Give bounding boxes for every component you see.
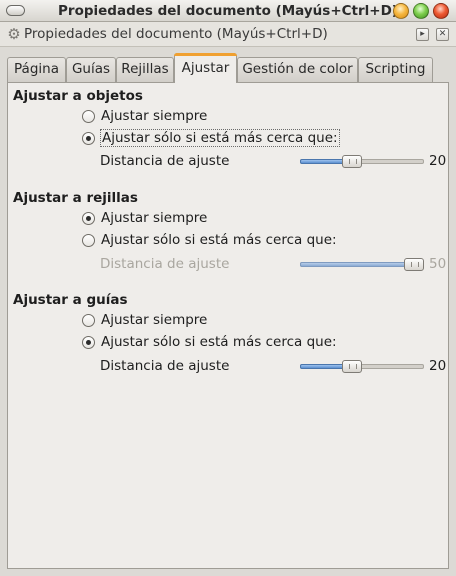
dock-close-button[interactable]: ✕ xyxy=(436,28,449,41)
tab-scripting[interactable]: Scripting xyxy=(358,57,433,82)
distance-label-rejillas: Distancia de ajuste xyxy=(100,256,230,272)
close-button[interactable] xyxy=(433,3,449,19)
radio-guias-cerca[interactable]: Ajustar sólo si está más cerca que: xyxy=(82,333,338,351)
slider-handle[interactable] xyxy=(404,258,424,271)
radio-label: Ajustar sólo si está más cerca que: xyxy=(101,334,337,350)
radio-button[interactable] xyxy=(82,313,95,327)
snap-page: Ajustar a objetos Ajustar siempre Ajusta… xyxy=(7,82,449,569)
radio-button[interactable] xyxy=(82,211,95,225)
tab-rejillas[interactable]: Rejillas xyxy=(116,57,174,82)
dock-title: Propiedades del documento (Mayús+Ctrl+D) xyxy=(24,26,328,42)
tab-gestion-de-color[interactable]: Gestión de color xyxy=(237,57,358,82)
radio-label: Ajustar siempre xyxy=(101,312,208,328)
tab-pagina[interactable]: Página xyxy=(7,57,66,82)
slider-handle[interactable] xyxy=(342,155,362,168)
section-title-guias: Ajustar a guías xyxy=(13,292,128,308)
radio-button[interactable] xyxy=(82,335,95,349)
title-bar: Propiedades del documento (Mayús+Ctrl+D) xyxy=(0,0,456,22)
distance-value-guias: 20 xyxy=(429,358,447,374)
distance-slider-rejillas[interactable] xyxy=(300,258,424,271)
radio-rejillas-siempre[interactable]: Ajustar siempre xyxy=(82,209,208,227)
radio-rejillas-cerca[interactable]: Ajustar sólo si está más cerca que: xyxy=(82,231,338,249)
radio-button[interactable] xyxy=(82,233,95,247)
radio-button[interactable] xyxy=(82,131,95,145)
radio-label: Ajustar siempre xyxy=(101,210,208,226)
tab-guias[interactable]: Guías xyxy=(66,57,116,82)
radio-objetos-siempre[interactable]: Ajustar siempre xyxy=(82,107,208,125)
section-title-rejillas: Ajustar a rejillas xyxy=(13,190,138,206)
radio-label: Ajustar siempre xyxy=(101,108,208,124)
maximize-button[interactable] xyxy=(413,3,429,19)
radio-button[interactable] xyxy=(82,109,95,123)
distance-label-guias: Distancia de ajuste xyxy=(100,358,230,374)
radio-label: Ajustar sólo si está más cerca que: xyxy=(101,232,337,248)
tab-ajustar[interactable]: Ajustar xyxy=(174,53,237,83)
slider-handle[interactable] xyxy=(342,360,362,373)
distance-value-rejillas: 50 xyxy=(429,256,447,272)
distance-slider-objetos[interactable] xyxy=(300,155,424,168)
dock-header: ⚙ Propiedades del documento (Mayús+Ctrl+… xyxy=(0,22,456,47)
dock-iconify-button[interactable]: ▸ xyxy=(416,28,429,41)
distance-value-objetos: 20 xyxy=(429,153,447,169)
distance-slider-guias[interactable] xyxy=(300,360,424,373)
slider-fill xyxy=(300,262,414,267)
radio-label: Ajustar sólo si está más cerca que: xyxy=(100,129,340,147)
radio-objetos-cerca[interactable]: Ajustar sólo si está más cerca que: xyxy=(82,129,340,147)
window-title: Propiedades del documento (Mayús+Ctrl+D) xyxy=(58,3,398,19)
minimize-button[interactable] xyxy=(393,3,409,19)
gear-icon: ⚙ xyxy=(7,25,21,43)
radio-guias-siempre[interactable]: Ajustar siempre xyxy=(82,311,208,329)
distance-label-objetos: Distancia de ajuste xyxy=(100,153,230,169)
section-title-objetos: Ajustar a objetos xyxy=(13,88,143,104)
